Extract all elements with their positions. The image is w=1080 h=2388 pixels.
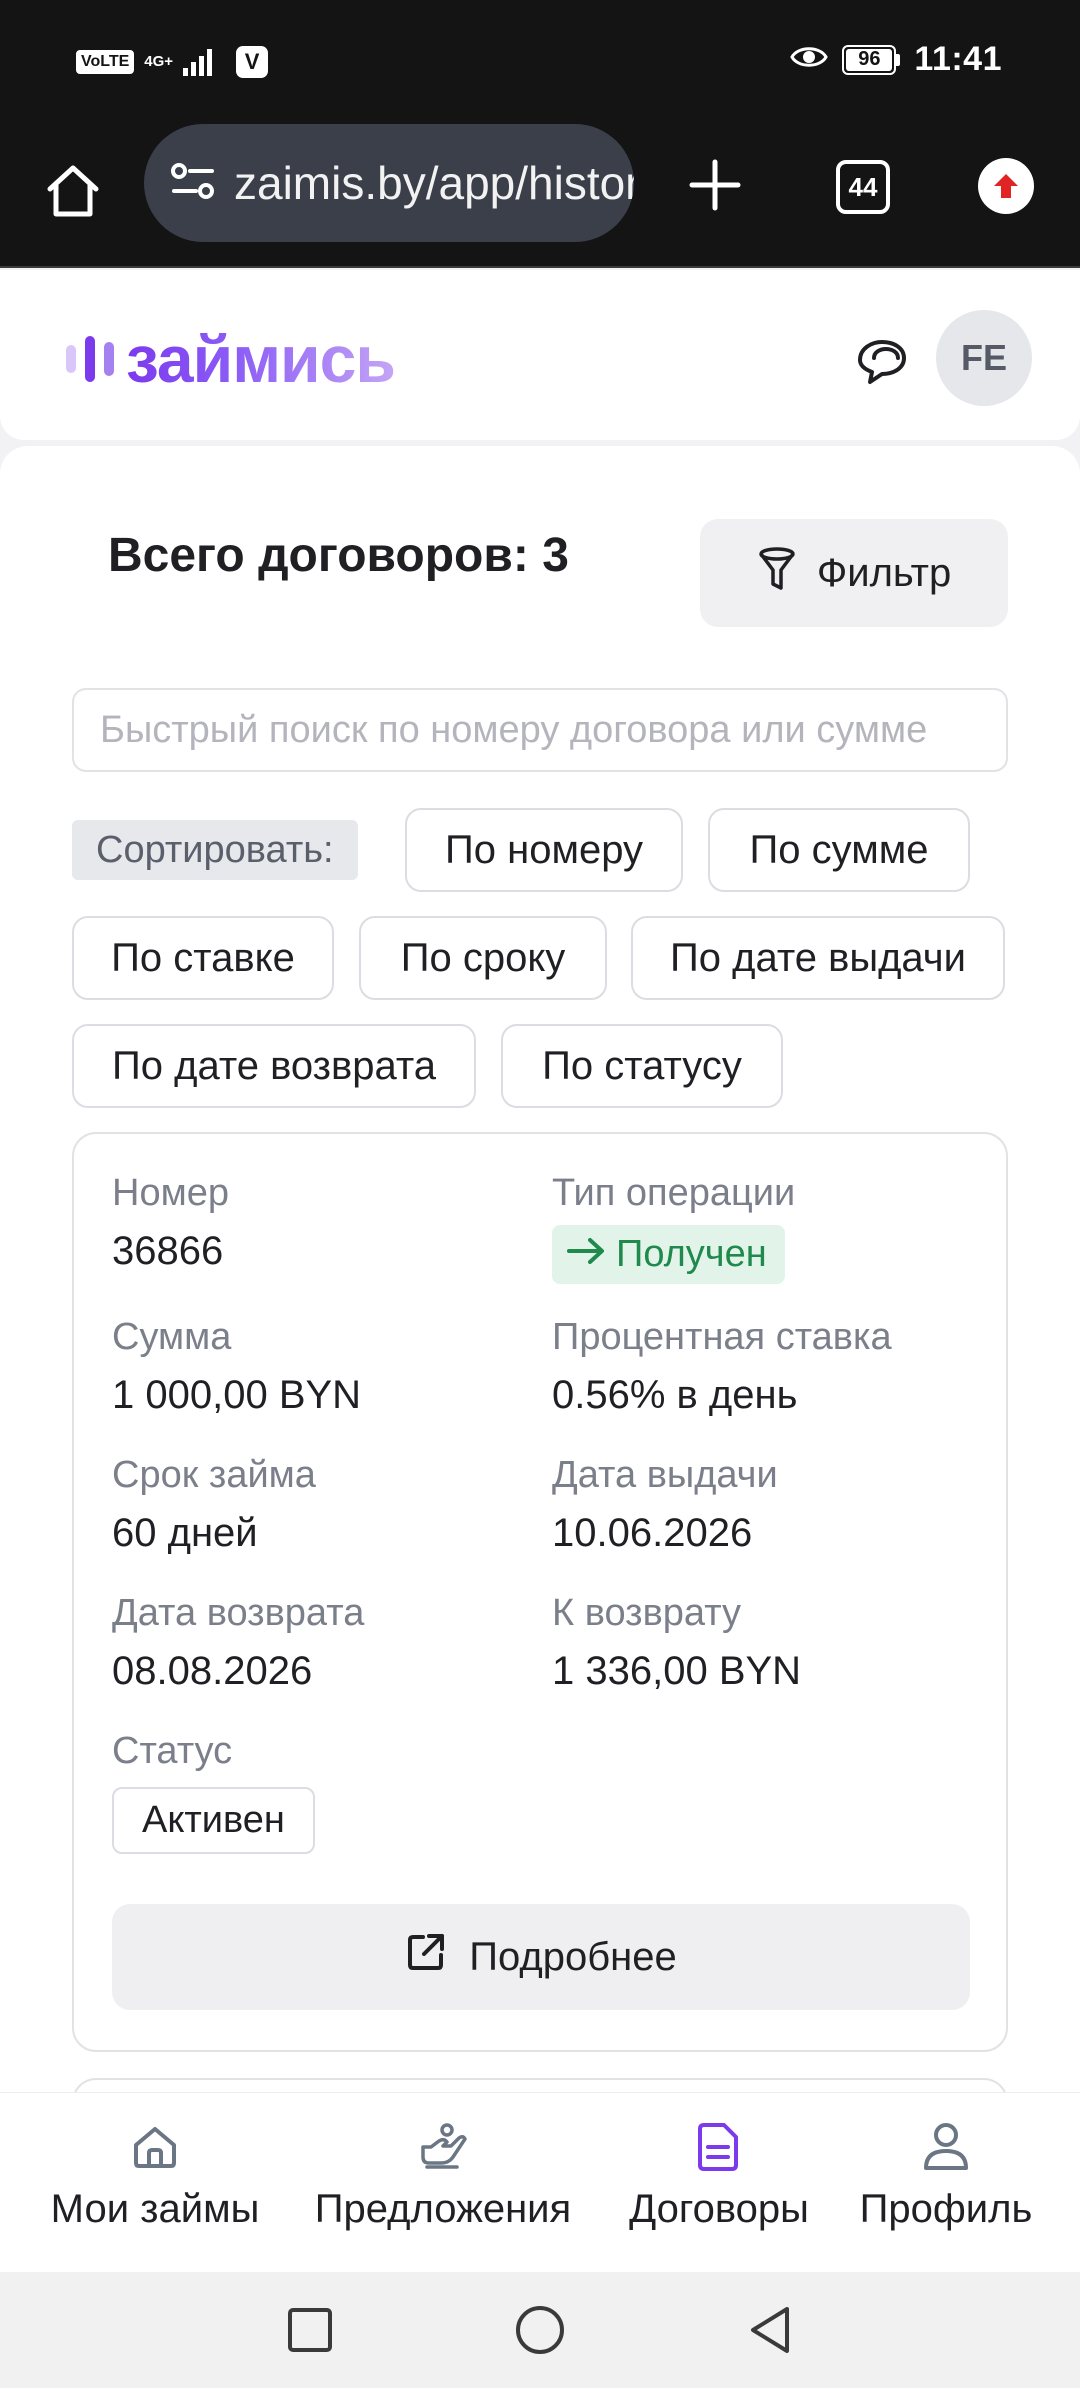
site-settings-icon[interactable] [170,161,216,206]
interest-rate-field: Процентная ставка 0.56% в день [552,1316,892,1418]
nav-contracts[interactable]: Договоры [618,2117,820,2232]
sort-label: Сортировать: [72,820,358,880]
nav-label: Предложения [314,2187,572,2231]
document-icon [696,2117,742,2177]
user-icon [921,2117,971,2177]
field-label: Дата выдачи [552,1454,778,1496]
sort-by-status-button[interactable]: По статусу [501,1024,783,1108]
nav-my-loans[interactable]: Мои займы [48,2117,262,2232]
home-circle-icon[interactable] [512,2302,568,2358]
sort-by-term-button[interactable]: По сроку [359,916,607,1000]
details-button[interactable]: Подробнее [112,1904,970,2010]
app-notification-icon: V [236,46,269,78]
chat-icon[interactable] [850,330,914,394]
filter-icon [757,546,797,600]
return-date-value: 08.08.2026 [112,1649,313,1693]
field-label: Срок займа [112,1454,316,1496]
home-icon [131,2117,179,2177]
status-bar: VoLTE 4G+ V 96 11:41 [0,0,1080,126]
app-header: займись FE [0,270,1080,440]
back-icon[interactable] [742,2302,798,2358]
network-type-label: 4G+ [144,53,174,70]
url-text[interactable]: zaimis.by/app/history [234,156,634,210]
tabs-switcher-button[interactable]: 44 [836,160,890,214]
volte-indicator: VoLTE [76,50,135,74]
nav-label: Мои займы [50,2187,260,2231]
filter-button[interactable]: Фильтр [700,519,1008,627]
field-label: Статус [112,1730,233,1772]
field-label: Процентная ставка [552,1316,892,1358]
quick-search-input[interactable] [72,688,1008,772]
contracts-panel: Всего договоров: 3 Фильтр Сортировать: П… [0,446,1080,2096]
sort-by-amount-button[interactable]: По сумме [708,808,970,892]
field-label: Дата возврата [112,1592,365,1634]
field-label: Номер [112,1172,229,1214]
sort-by-return-date-button[interactable]: По дате возврата [72,1024,476,1108]
operation-type-value: Получен [616,1233,767,1275]
nav-profile[interactable]: Профиль [858,2117,1034,2232]
clock: 11:41 [914,40,1002,78]
return-date-field: Дата возврата 08.08.2026 [112,1592,364,1694]
field-label: К возврату [552,1592,742,1634]
contract-number-field: Номер 36866 [112,1172,229,1274]
recent-apps-icon[interactable] [282,2302,338,2358]
zaimis-logo[interactable]: займись [66,322,396,396]
status-right-group: 96 11:41 [790,40,1002,79]
loan-term-value: 60 дней [112,1511,258,1555]
battery-icon: 96 [842,44,901,75]
issue-date-value: 10.06.2026 [552,1511,753,1555]
battery-level: 96 [846,48,893,71]
sort-by-rate-button[interactable]: По ставке [72,916,334,1000]
issue-date-field: Дата выдачи 10.06.2026 [552,1454,778,1556]
system-navigation-bar [0,2272,1080,2388]
nav-label: Договоры [629,2187,809,2231]
field-label: Тип операции [552,1172,796,1214]
filter-label: Фильтр [816,550,952,595]
status-badge: Активен [112,1787,315,1854]
operation-type-field: Тип операции Получен [552,1172,795,1284]
sort-by-issue-date-button[interactable]: По дате выдачи [631,916,1005,1000]
logo-bars-icon [66,336,114,382]
nav-label: Профиль [859,2187,1033,2231]
bottom-navigation: Мои займы Предложения Договоры Профиль [0,2092,1080,2272]
external-link-icon [405,1931,447,1983]
loan-term-field: Срок займа 60 дней [112,1454,316,1556]
status-left-group: VoLTE 4G+ V [76,46,269,78]
status-field: Статус Активен [112,1730,315,1854]
browser-toolbar: zaimis.by/app/history 44 [0,124,1080,268]
operation-type-badge: Получен [552,1225,785,1284]
browser-update-icon[interactable] [978,158,1034,214]
arrow-right-icon [566,1233,606,1276]
contract-number-value: 36866 [112,1229,224,1273]
contracts-total-title: Всего договоров: 3 [108,529,569,582]
browser-home-icon[interactable] [38,156,108,226]
interest-rate-value: 0.56% в день [552,1373,798,1417]
to-return-value: 1 336,00 BYN [552,1649,802,1693]
avatar[interactable]: FE [936,310,1032,406]
contract-card: Номер 36866 Тип операции Получен Сумма 1… [72,1132,1008,2052]
details-label: Подробнее [469,1934,677,1979]
amount-field: Сумма 1 000,00 BYN [112,1316,361,1418]
field-label: Сумма [112,1316,232,1358]
logo-text: займись [126,322,396,396]
address-bar[interactable]: zaimis.by/app/history [144,124,634,242]
sort-by-number-button[interactable]: По номеру [405,808,683,892]
nav-offers[interactable]: Предложения [308,2117,578,2232]
signal-icon [183,48,213,76]
hand-offer-icon [417,2117,469,2177]
to-return-field: К возврату 1 336,00 BYN [552,1592,801,1694]
amount-value: 1 000,00 BYN [112,1373,362,1417]
new-tab-icon[interactable] [680,150,750,220]
eye-icon [790,42,829,77]
